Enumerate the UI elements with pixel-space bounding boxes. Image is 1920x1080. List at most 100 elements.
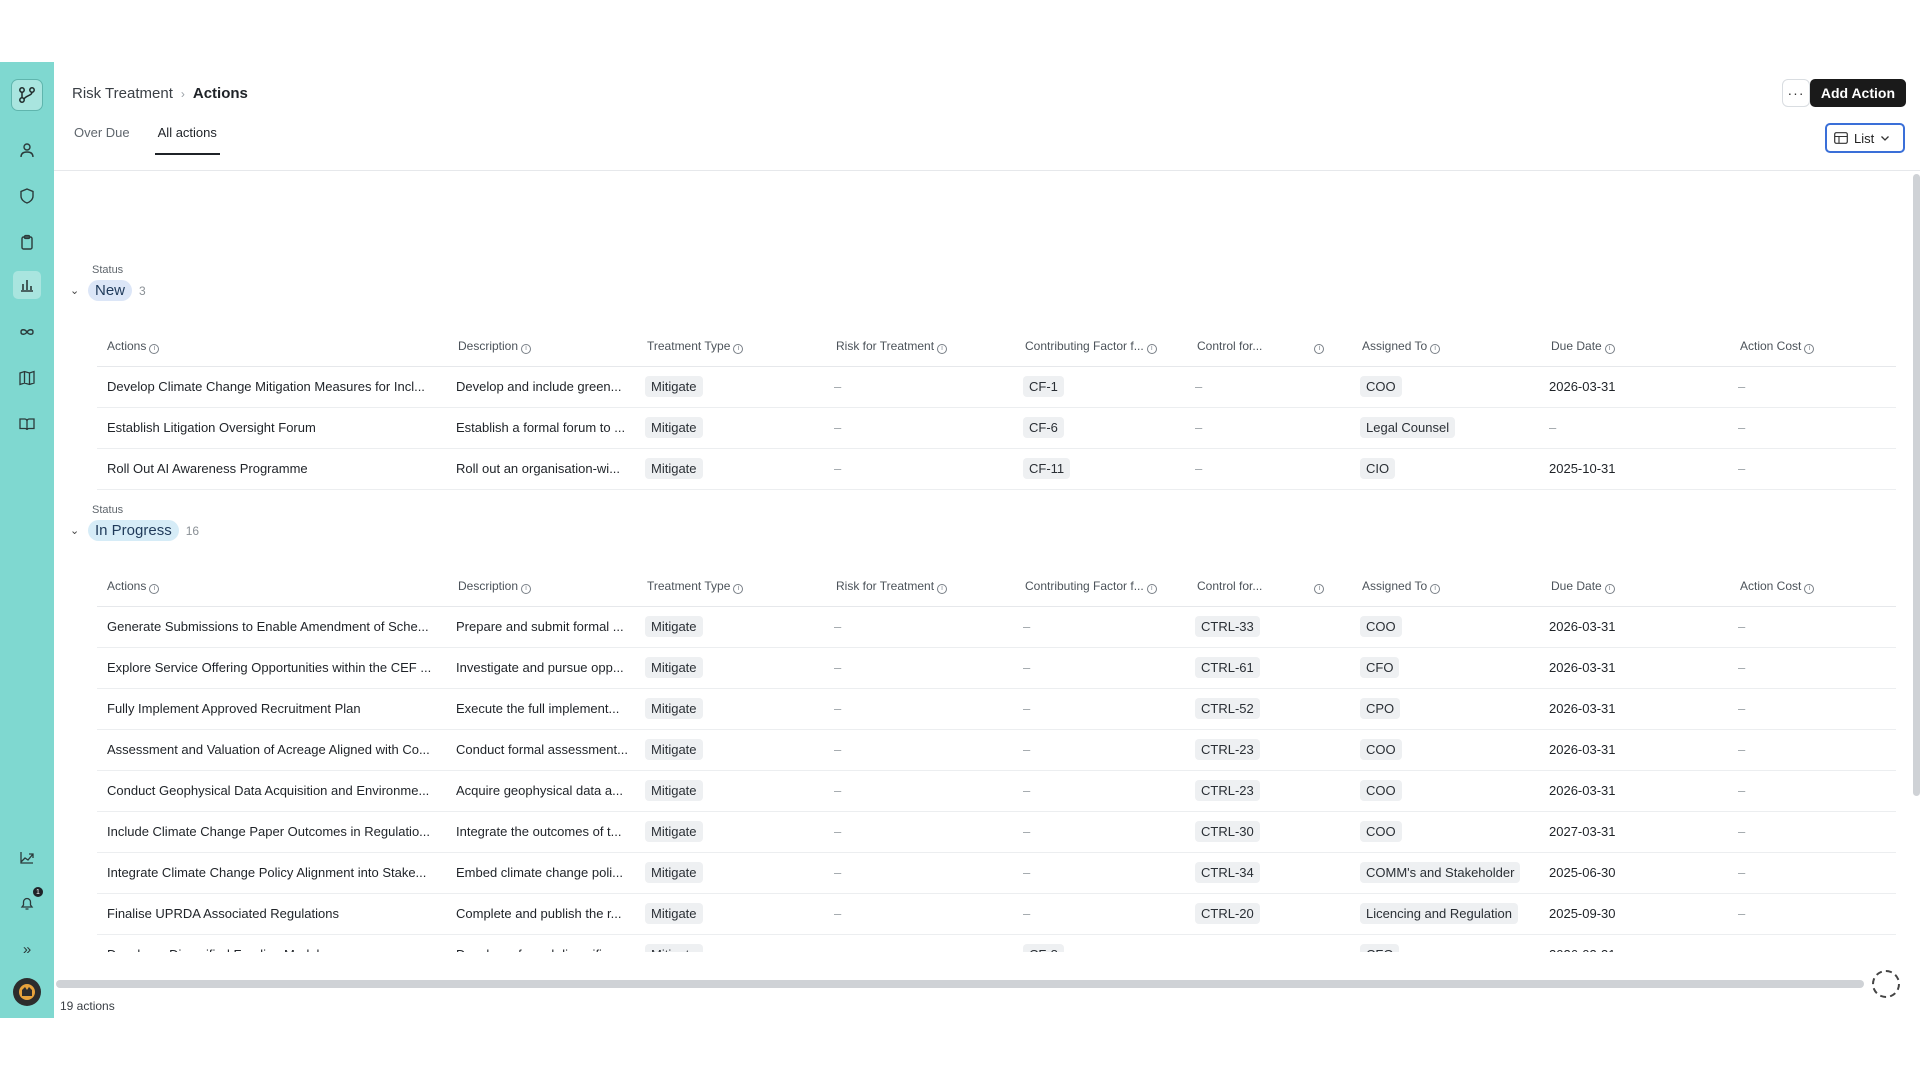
group-header-new: Status ⌄ New 3 [70,264,146,301]
empty-value: – [834,865,842,880]
col-header[interactable]: Assigned To i [1352,568,1541,607]
horizontal-scrollbar[interactable] [56,980,1864,988]
empty-value: – [1023,906,1031,921]
cell-due-date: 2025-09-30 [1541,893,1730,935]
collapse-chevron-icon[interactable]: ⌄ [70,524,84,537]
cell-due-date: 2026-03-31 [1541,770,1730,812]
table-icon [1834,132,1848,144]
view-selector[interactable]: List [1825,123,1905,153]
bar-chart-icon[interactable] [13,271,41,299]
col-header[interactable]: Action Cost i [1730,568,1896,607]
cell-treatment-type: Mitigate [637,606,826,648]
avatar[interactable] [13,978,41,1006]
treatment-type-chip: Mitigate [645,944,703,952]
due-date-text: 2026-03-31 [1549,783,1616,798]
assigned-to-chip: COO [1360,821,1402,842]
cell-action-cost: – [1730,688,1896,730]
col-header[interactable]: Treatment Type i [637,568,826,607]
assigned-to-chip: CIO [1360,458,1396,479]
tab-over-due[interactable]: Over Due [72,125,132,155]
col-header[interactable]: Treatment Type i [637,328,826,367]
table-in-progress: Actions i Description i Treatment Type i Ri… [97,568,1896,952]
treatment-type-chip: Mitigate [645,657,703,678]
table-row[interactable]: Establish Litigation Oversight Forum Esta… [97,407,1896,449]
cell-action-cost: – [1730,852,1896,894]
branch-logo-icon[interactable] [11,79,43,111]
cell-assigned-to: COO [1352,606,1541,648]
table-row[interactable]: Include Climate Change Paper Outcomes in… [97,811,1896,853]
table-row[interactable]: Integrate Climate Change Policy Alignmen… [97,852,1896,894]
empty-value: – [1195,420,1203,435]
cell-action-cost: – [1730,448,1896,490]
table-row[interactable]: Generate Submissions to Enable Amendment… [97,606,1896,648]
collapse-chevron-icon[interactable]: ⌄ [70,284,84,297]
cell-description: Conduct formal assessment... [448,729,637,771]
cell-treatment-type: Mitigate [637,852,826,894]
breadcrumb-parent[interactable]: Risk Treatment [72,85,173,102]
table-row[interactable]: Develop Climate Change Mitigation Measur… [97,366,1896,408]
table-row[interactable]: Conduct Geophysical Data Acquisition and… [97,770,1896,812]
col-header[interactable]: Action Cost i [1730,328,1896,367]
cell-risk-for-treatment: – [826,407,1015,449]
col-header[interactable]: Actions i [97,568,448,607]
col-header[interactable]: Assigned To i [1352,328,1541,367]
cell-treatment-type: Mitigate [637,770,826,812]
treatment-type-chip: Mitigate [645,698,703,719]
trend-share-icon[interactable] [16,846,38,868]
book-icon[interactable] [16,413,38,435]
clipboard-icon[interactable] [16,231,38,253]
col-header[interactable]: Contributing Factor f... i [1015,328,1187,367]
shield-icon[interactable] [16,185,38,207]
table-row[interactable]: Finalise UPRDA Associated Regulations Com… [97,893,1896,935]
total-count: 19 actions [60,999,115,1013]
col-header[interactable]: Description i [448,568,637,607]
cell-contributing-factor: CF-1 [1015,366,1187,408]
expand-sidebar-icon[interactable]: » [16,938,38,960]
empty-value: – [1738,660,1746,675]
table-row[interactable]: Develop a Diversified Funding Model Devel… [97,934,1896,952]
col-header[interactable]: Control for... i [1187,328,1352,367]
cell-description: Integrate the outcomes of t... [448,811,637,853]
col-header[interactable]: Risk for Treatment i [826,328,1015,367]
assigned-to-chip: Licencing and Regulation [1360,903,1518,924]
cell-action-name: Fully Implement Approved Recruitment Pla… [97,688,448,730]
cell-due-date: 2026-03-31 [1541,366,1730,408]
col-header[interactable]: Description i [448,328,637,367]
col-header[interactable]: Due Date i [1541,328,1730,367]
status-badge: New [88,280,133,301]
cell-contributing-factor: CF-6 [1015,407,1187,449]
table-row[interactable]: Fully Implement Approved Recruitment Pla… [97,688,1896,730]
col-header[interactable]: Control for... i [1187,568,1352,607]
info-icon: i [1604,344,1615,355]
table-row[interactable]: Assessment and Valuation of Acreage Alig… [97,729,1896,771]
col-header[interactable]: Contributing Factor f... i [1015,568,1187,607]
action-name-text: Explore Service Offering Opportunities w… [107,660,432,675]
cell-action-name: Establish Litigation Oversight Forum [97,407,448,449]
cell-risk-for-treatment: – [826,893,1015,935]
table-row[interactable]: Roll Out AI Awareness Programme Roll out … [97,448,1896,490]
assigned-to-chip: COO [1360,780,1402,801]
due-date-text: 2026-03-31 [1549,619,1616,634]
col-header[interactable]: Risk for Treatment i [826,568,1015,607]
table-row[interactable]: Explore Service Offering Opportunities w… [97,647,1896,689]
treatment-type-chip: Mitigate [645,417,703,438]
cell-due-date: 2026-03-31 [1541,934,1730,952]
col-header[interactable]: Actions i [97,328,448,367]
bell-icon[interactable]: 1 [16,887,43,914]
tab-all-actions[interactable]: All actions [154,125,220,155]
cell-due-date: 2026-03-31 [1541,688,1730,730]
info-icon: i [937,584,948,595]
cell-action-cost: – [1730,934,1896,952]
cell-action-cost: – [1730,647,1896,689]
add-action-button[interactable]: Add Action [1809,79,1906,107]
loading-spinner-icon [1872,970,1900,998]
col-header[interactable]: Due Date i [1541,568,1730,607]
cell-description: Investigate and pursue opp... [448,647,637,689]
assigned-to-chip: CPO [1360,698,1401,719]
user-icon[interactable] [16,139,38,161]
vertical-scrollbar[interactable] [1913,174,1920,796]
infinity-icon[interactable] [16,321,38,343]
due-date-text: 2027-03-31 [1549,824,1616,839]
map-icon[interactable] [16,367,38,389]
more-options-button[interactable]: ··· [1782,79,1810,107]
